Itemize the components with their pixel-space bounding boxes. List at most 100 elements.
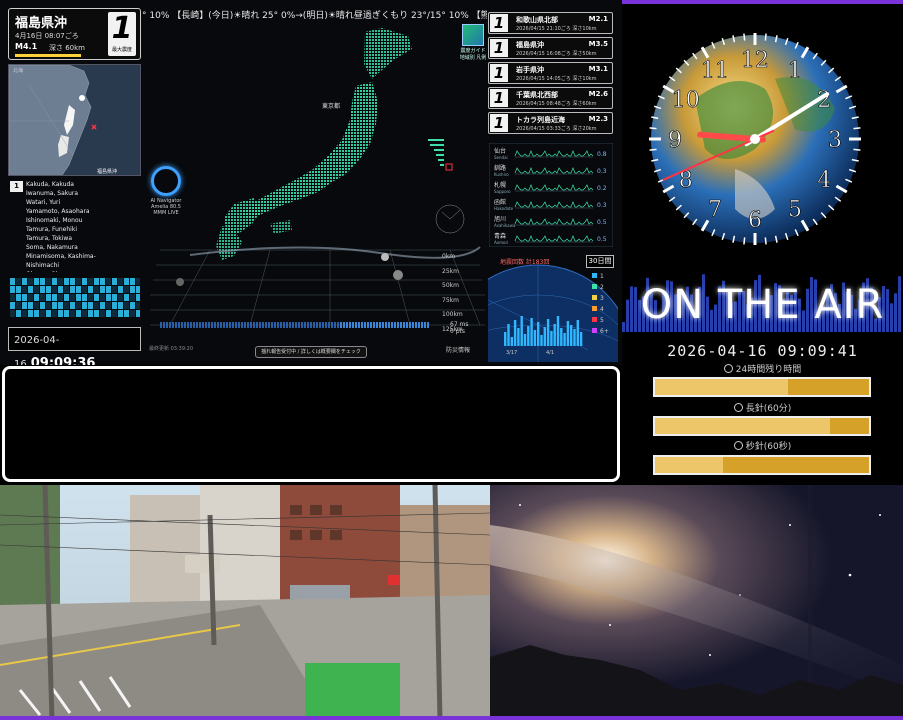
seismo-cell xyxy=(82,294,87,301)
seismo-cell xyxy=(40,310,45,317)
history-legend-swatch xyxy=(592,284,597,289)
depth-perspective-grid xyxy=(150,246,485,326)
intensity-segment xyxy=(166,322,168,328)
intensity-segment xyxy=(268,322,270,328)
seismo-cell xyxy=(94,310,99,317)
clock-tick xyxy=(743,237,746,245)
depth-label: 75km xyxy=(442,296,459,304)
station-reading-sub: Sapporo xyxy=(494,189,511,194)
quake-intensity: 1 xyxy=(490,64,508,82)
stopwatch-icon xyxy=(733,403,743,412)
station-item: Yamamoto, Asaohara xyxy=(26,208,90,215)
hourglass-icon xyxy=(733,441,743,450)
quake-detail: 2026/04/15 21:10ごろ 深さ10km xyxy=(516,26,597,32)
intensity-segment xyxy=(253,322,255,328)
latest-quake-card[interactable]: 福島県沖 4月16日 08:07ごろ M4.1 深さ 60km 1 最大震度 xyxy=(8,8,141,60)
seismo-cell xyxy=(124,278,129,285)
seismo-cell xyxy=(40,294,45,301)
intensity-segment xyxy=(205,322,207,328)
recent-quake-item[interactable]: 1 岩手県沖 2026/04/15 14:05ごろ 深さ10km M3.1 xyxy=(488,62,613,84)
intensity-segment xyxy=(319,322,321,328)
intensity-segment xyxy=(160,322,162,328)
seismo-cell xyxy=(70,302,75,309)
intensity-segment xyxy=(196,322,198,328)
japan-seismic-map: 東京都 xyxy=(216,28,465,260)
history-bar xyxy=(533,330,537,346)
seismo-cell xyxy=(22,294,27,301)
seismo-cell xyxy=(136,278,140,285)
seismo-cell xyxy=(88,286,93,293)
quake-location: 岩手県沖 xyxy=(516,66,544,74)
intensity-segment xyxy=(424,322,426,328)
clock-time: 09:09:36 xyxy=(30,356,96,365)
region-map-graphic xyxy=(9,65,97,175)
last-updated: 最終更新 03:39:20 xyxy=(149,346,194,352)
seismo-cell xyxy=(10,294,15,301)
seismo-cell xyxy=(106,310,111,317)
station-reading-value: 0.8 xyxy=(597,151,607,158)
seismo-cell xyxy=(76,278,81,285)
intensity-segment xyxy=(415,322,417,328)
second-hand-bar xyxy=(653,455,871,475)
seismo-cell xyxy=(100,278,105,285)
signal-readout: 67 ms 0 pts xyxy=(450,321,490,335)
recent-quake-item[interactable]: 1 福島県沖 2026/04/15 16:08ごろ 深さ50km M3.5 xyxy=(488,37,613,59)
clock-tick xyxy=(743,33,746,41)
seismo-cell xyxy=(88,294,93,301)
intensity-segment xyxy=(313,322,315,328)
quake-location: 和歌山県北部 xyxy=(516,16,558,24)
epicenter-mini-map: 北海 福島県沖 xyxy=(8,64,141,176)
seismo-cell xyxy=(16,310,21,317)
seismo-cell xyxy=(94,294,99,301)
seismo-cell xyxy=(124,302,129,309)
intensity-label: 最大震度 xyxy=(111,47,132,53)
seismo-cell xyxy=(94,302,99,309)
clock-tick xyxy=(649,148,657,151)
galaxy-background-video xyxy=(490,485,903,720)
seismo-cell xyxy=(100,310,105,317)
intensity-segment xyxy=(199,322,201,328)
intensity-segment xyxy=(184,322,186,328)
recent-quake-item[interactable]: 1 トカラ列島近海 2026/04/15 03:33ごろ 深さ20km M2.3 xyxy=(488,112,613,134)
intensity-segment xyxy=(208,322,210,328)
station-reading-name: 札幌 xyxy=(494,181,506,189)
seismo-cell xyxy=(118,294,123,301)
quake-magnitude: M3.5 xyxy=(588,40,608,48)
history-legend-swatch xyxy=(592,273,597,278)
readout-line-2: 0 pts xyxy=(450,328,466,335)
intensity-segment xyxy=(163,322,165,328)
intensity-segment xyxy=(373,322,375,328)
intensity-segment xyxy=(241,322,243,328)
recent-quake-item[interactable]: 1 和歌山県北部 2026/04/15 21:10ごろ 深さ10km M2.1 xyxy=(488,12,613,34)
intensity-segment xyxy=(358,322,360,328)
clock-icon xyxy=(723,364,733,373)
intensity-segment xyxy=(217,322,219,328)
legend-guide-icon[interactable] xyxy=(462,24,484,46)
seismo-cell xyxy=(28,310,33,317)
history-legend-label: 3 xyxy=(600,295,604,302)
intensity-bars-right xyxy=(428,139,453,171)
recent-quake-item[interactable]: 1 千葉県北西部 2026/04/15 08:48ごろ 深さ60km M2.6 xyxy=(488,87,613,109)
intensity-segment xyxy=(328,322,330,328)
seismo-cell xyxy=(64,302,69,309)
station-item: Soma, Nakamura xyxy=(26,244,78,251)
intensity-segment xyxy=(412,322,414,328)
seismo-cell xyxy=(112,310,117,317)
intensity-segment xyxy=(364,322,366,328)
intensity-segment xyxy=(409,322,411,328)
intensity-segment xyxy=(343,322,345,328)
intensity-segment xyxy=(427,322,429,328)
seismo-cell xyxy=(10,286,15,293)
minute-hand-bar xyxy=(653,416,871,436)
seismo-cell xyxy=(76,286,81,293)
disaster-info-label[interactable]: 防災情報 xyxy=(446,345,470,354)
intensity-segment xyxy=(403,322,405,328)
quake-intensity: 1 xyxy=(490,39,508,57)
quake-detail: 2026/04/15 14:05ごろ 深さ10km xyxy=(516,76,597,82)
history-bar xyxy=(579,332,583,346)
report-shaking-button[interactable]: 揺れ報告受付中 / 詳しくは概要欄をチェック xyxy=(255,346,367,358)
seismo-cell xyxy=(106,286,111,293)
history-period-button[interactable]: 30日間 xyxy=(586,255,614,268)
quake-magnitude: M4.1 xyxy=(15,42,38,51)
intensity-segment xyxy=(367,322,369,328)
